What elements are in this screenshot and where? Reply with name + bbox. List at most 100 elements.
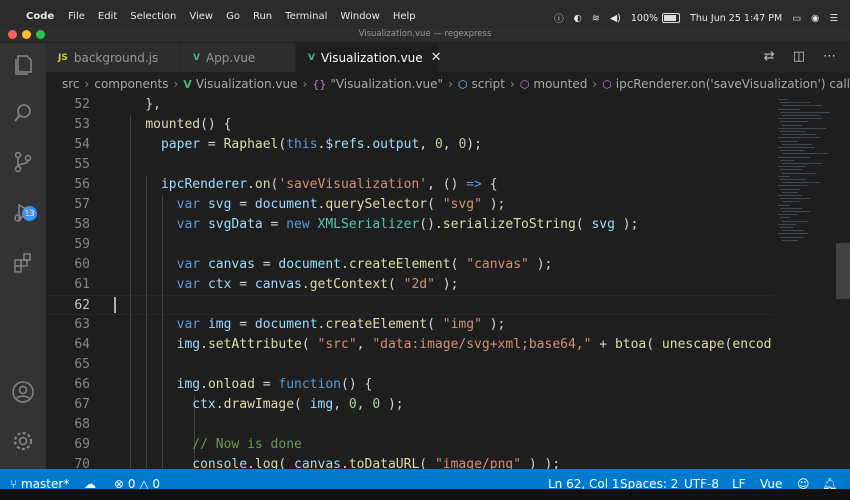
clock[interactable]: Thu Jun 25 1:47 PM (690, 13, 782, 24)
settings-gear-icon[interactable] (11, 429, 35, 453)
breadcrumb-script[interactable]: script (472, 77, 505, 91)
menu-file[interactable]: File (68, 11, 85, 22)
scrollbar-thumb[interactable] (836, 243, 850, 299)
code-line[interactable]: 57 var svg = document.querySelector( "sv… (46, 195, 774, 215)
menu-selection[interactable]: Selection (130, 11, 176, 22)
close-tab-icon[interactable]: ✕ (431, 50, 442, 65)
code-line[interactable]: 63 var img = document.createElement( "im… (46, 315, 774, 335)
wifi-icon[interactable]: ≋ (592, 13, 600, 24)
code-line[interactable]: 54 paper = Raphael(this.$refs.output, 0,… (46, 135, 774, 155)
code-line[interactable]: 55 (46, 155, 774, 175)
tab-background-js[interactable]: JS background.js (46, 43, 180, 72)
code-token: => (466, 177, 482, 192)
vue-file-icon: V (308, 52, 315, 63)
code-line[interactable]: 68 (46, 415, 774, 435)
code-token: ipcRenderer (160, 177, 248, 192)
code-token: serializeToString (442, 217, 576, 232)
code-token: img (176, 337, 201, 352)
code-line[interactable]: 52 }, (46, 95, 774, 115)
code-token: ); (380, 397, 404, 412)
info-icon[interactable]: ⓘ (554, 11, 564, 25)
code-token: svgData (207, 217, 263, 232)
menu-go[interactable]: Go (226, 11, 240, 22)
menu-terminal[interactable]: Terminal (285, 11, 327, 22)
method-icon: ⬡ (519, 77, 530, 91)
battery-icon[interactable] (662, 13, 681, 23)
control-center-icon[interactable]: ☰ (829, 13, 838, 24)
menu-help[interactable]: Help (393, 11, 416, 22)
code-token: = (262, 217, 287, 232)
code-token: ( (278, 457, 295, 469)
code-token: ctx (192, 397, 216, 412)
code-line[interactable]: 69 // Now is done (46, 435, 774, 455)
code-token: . (341, 257, 349, 272)
screen-bottom (0, 489, 850, 500)
tab-visualization-vue[interactable]: V Visualization.vue ✕ (296, 43, 442, 72)
code-text: var svg = document.querySelector( "svg" … (114, 195, 506, 215)
code-line[interactable]: 70 console.log( canvas.toDataURL( "image… (46, 455, 774, 469)
app-menu[interactable]: Code (26, 11, 54, 22)
minimap-line (780, 102, 810, 104)
more-actions-icon[interactable]: ⋯ (823, 49, 836, 64)
code-token: + (591, 337, 615, 352)
code-token: . (247, 177, 255, 192)
code-line[interactable]: 58 var svgData = new XMLSerializer().ser… (46, 215, 774, 235)
code-token: ); (481, 197, 506, 212)
code-token: ); (481, 317, 506, 332)
extensions-icon[interactable] (11, 251, 35, 275)
code-line[interactable]: 67 ctx.drawImage( img, 0, 0 ); (46, 395, 774, 415)
code-line[interactable]: 65 (46, 355, 774, 375)
split-editor-icon[interactable]: ◫ (793, 49, 805, 64)
code-line[interactable]: 59 (46, 235, 774, 255)
line-number: 60 (74, 257, 90, 272)
editor-actions: ⇄ ◫ ⋯ (746, 49, 836, 64)
breadcrumb-file[interactable]: Visualization.vue (196, 77, 298, 91)
menu-window[interactable]: Window (340, 11, 379, 22)
tab-app-vue[interactable]: V App.vue (181, 43, 295, 72)
code-token: "canvas" (466, 257, 529, 272)
code-line[interactable]: 64 img.setAttribute( "src", "data:image/… (46, 335, 774, 355)
display-icon[interactable]: ▭ (792, 13, 801, 24)
code-line[interactable]: 60 var canvas = document.createElement( … (46, 255, 774, 275)
breadcrumb-callback[interactable]: ipcRenderer.on('saveVisualization') call… (616, 77, 850, 91)
code-line[interactable]: 56 ipcRenderer.on('saveVisualization', (… (46, 175, 774, 195)
source-control-icon[interactable] (11, 150, 35, 174)
volume-icon[interactable]: ◀) (610, 13, 621, 24)
search-icon[interactable] (11, 101, 35, 125)
code-token: ( (427, 197, 443, 212)
menu-run[interactable]: Run (253, 11, 272, 22)
code-token: . (215, 397, 224, 412)
code-line-current[interactable]: 62 (46, 295, 774, 315)
code-editor[interactable]: 52 }, 53 mounted() {54 paper = Raphael(th… (46, 95, 774, 469)
js-file-icon: JS (58, 52, 68, 63)
chevron-right-icon: › (592, 77, 598, 91)
account-icon[interactable] (11, 380, 35, 404)
code-token: "2d" (403, 277, 435, 292)
line-number: 61 (74, 277, 90, 292)
explorer-icon[interactable] (11, 53, 35, 77)
breadcrumb-component[interactable]: "Visualization.vue" (330, 77, 443, 91)
code-text: ipcRenderer.on('saveVisualization', () =… (114, 175, 498, 195)
line-number: 67 (74, 397, 90, 412)
breadcrumb-mounted[interactable]: mounted (533, 77, 587, 91)
open-changes-icon[interactable]: ⇄ (764, 49, 775, 64)
menu-view[interactable]: View (189, 11, 213, 22)
code-line[interactable]: 53 mounted() { (46, 115, 774, 135)
siri-icon[interactable]: ◉ (811, 13, 819, 24)
run-debug-icon[interactable] (11, 200, 35, 224)
code-line[interactable]: 61 var ctx = canvas.getContext( "2d" ); (46, 275, 774, 295)
line-number: 53 (74, 117, 90, 132)
code-text: var svgData = new XMLSerializer().serial… (114, 215, 639, 235)
menu-edit[interactable]: Edit (98, 11, 117, 22)
breadcrumb-components[interactable]: components (94, 77, 168, 91)
dnd-icon[interactable]: ◐ (574, 13, 582, 24)
code-token: ( (450, 257, 467, 272)
code-token: { (481, 177, 498, 192)
breadcrumb-src[interactable]: src (62, 77, 80, 91)
minimap-line (780, 217, 790, 219)
code-line[interactable]: 66 img.onload = function() { (46, 375, 774, 395)
